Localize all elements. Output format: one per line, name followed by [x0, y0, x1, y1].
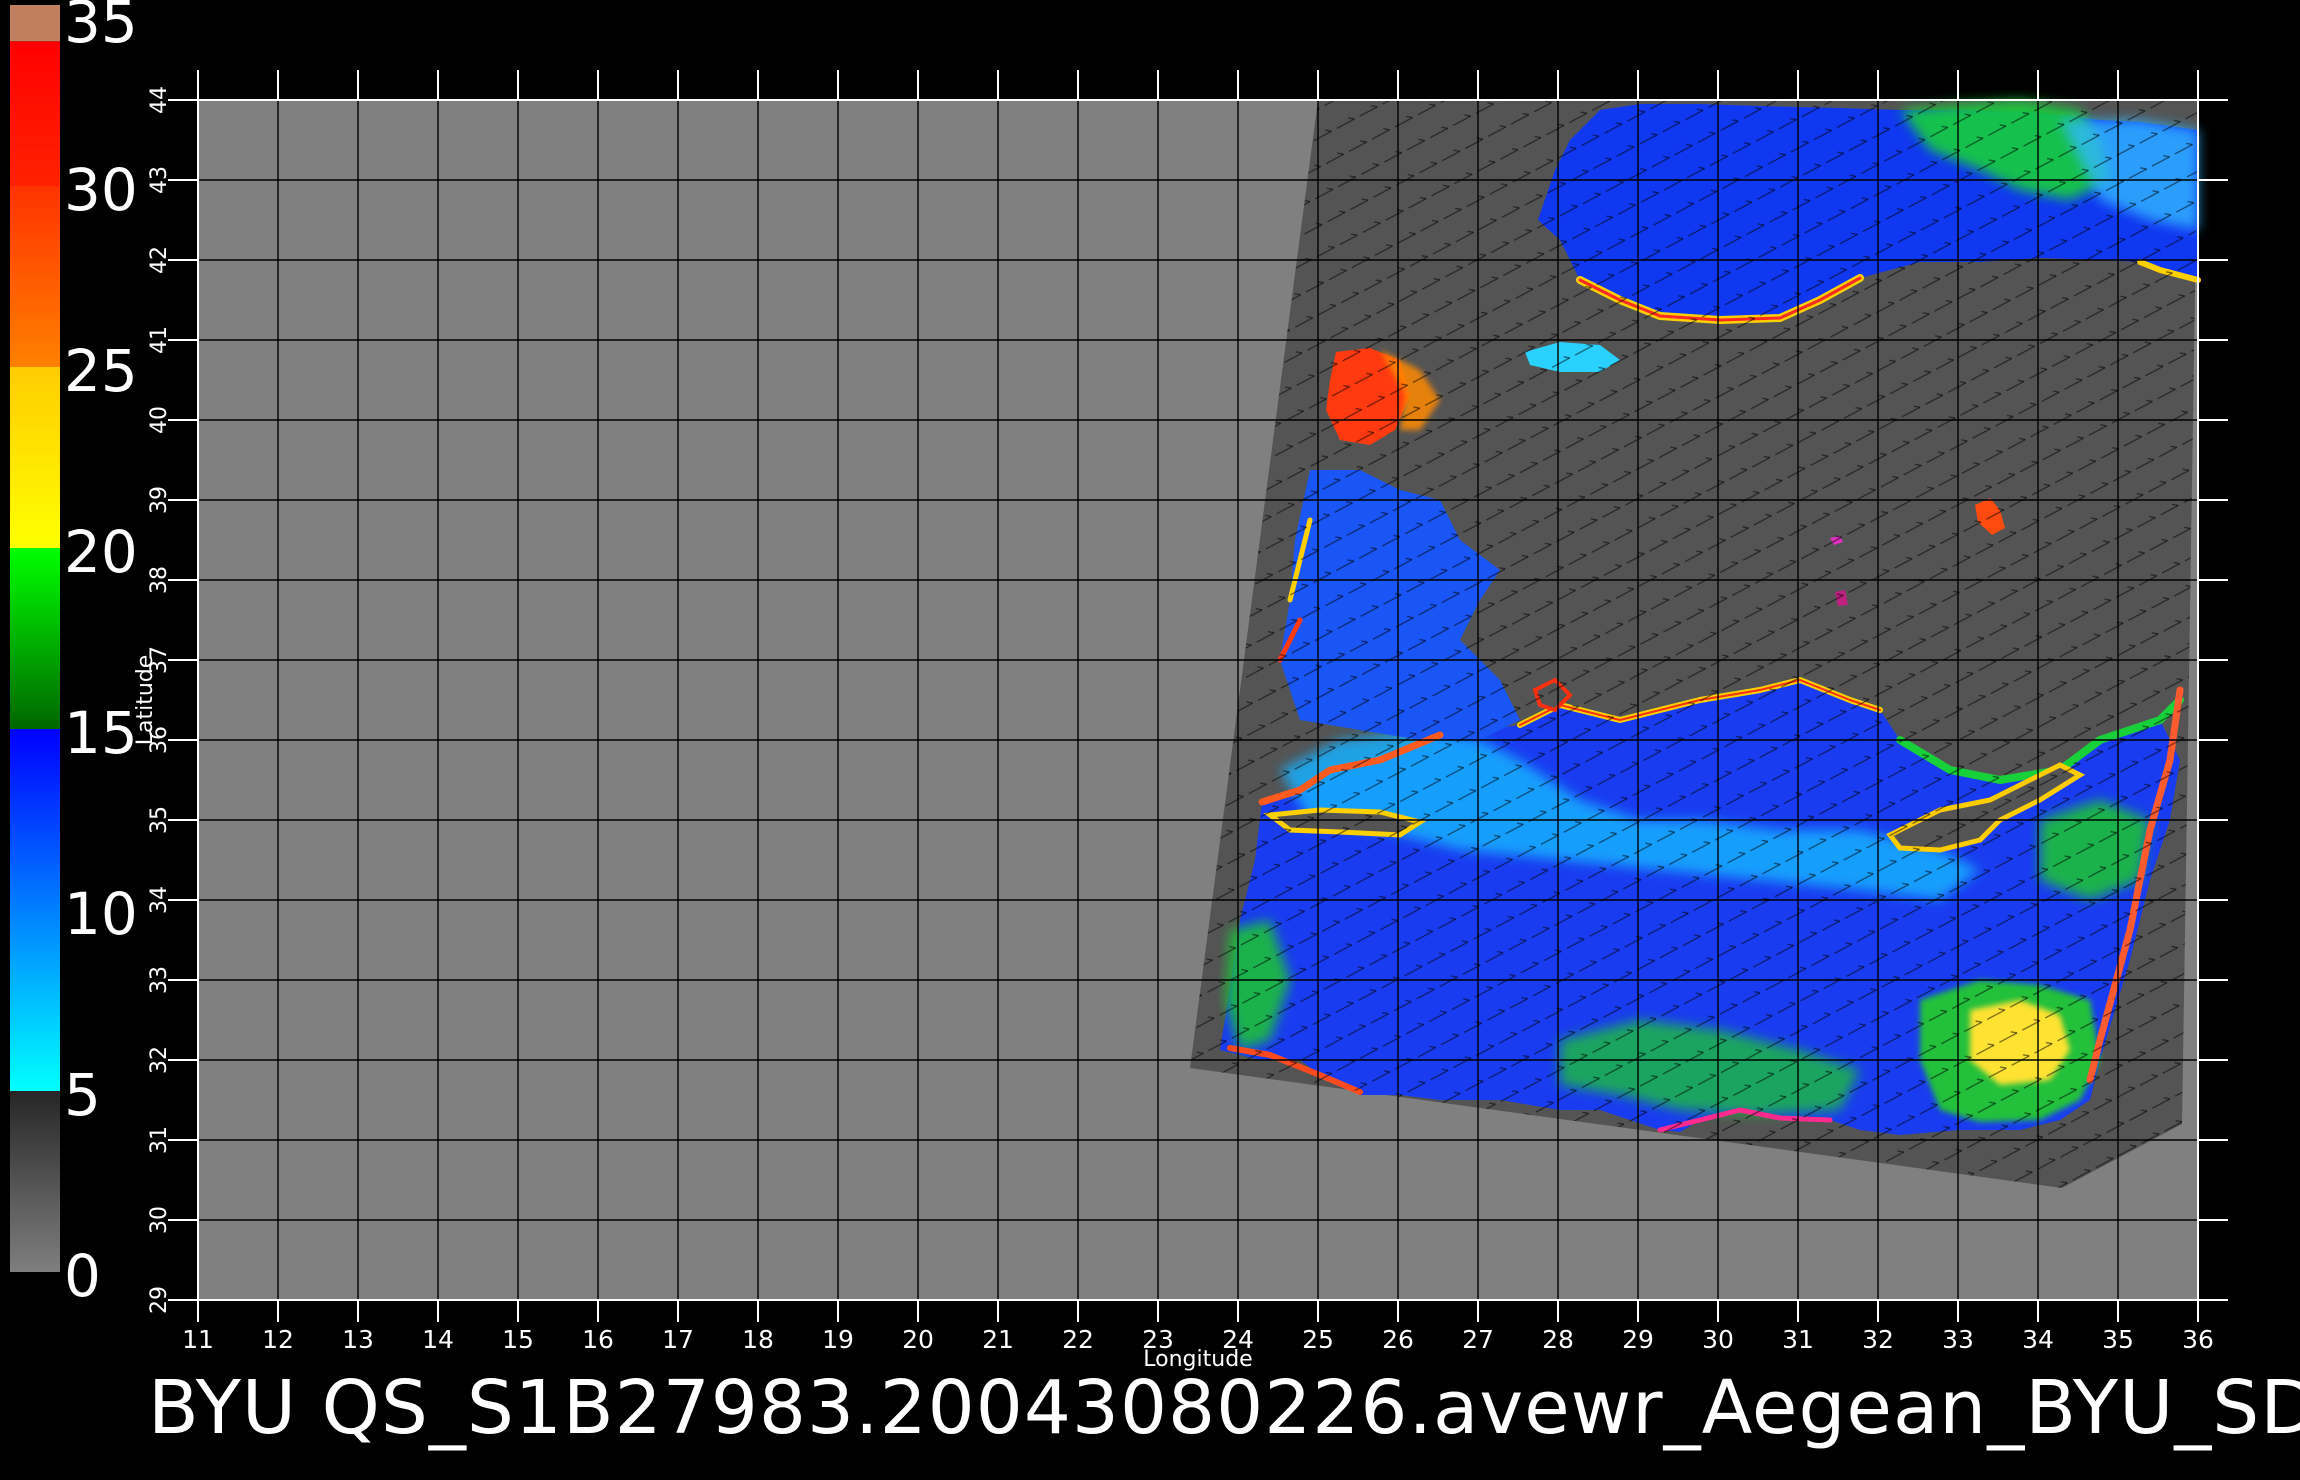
colorbar-segment-20-25 [10, 367, 60, 548]
lat-tick-label-32: 32 [147, 1046, 172, 1074]
lat-tick-label-41: 41 [147, 326, 172, 354]
lat-tick-label-42: 42 [147, 246, 172, 274]
lon-tick-label-26: 26 [1382, 1325, 1414, 1354]
lon-tick-label-11: 11 [182, 1325, 214, 1354]
lat-tick-label-33: 33 [147, 966, 172, 994]
colorbar-segment-0-5 [10, 1091, 60, 1272]
lon-tick-label-31: 31 [1782, 1325, 1814, 1354]
lon-tick-label-20: 20 [902, 1325, 934, 1354]
lat-tick-label-35: 35 [147, 806, 172, 834]
lon-tick-label-15: 15 [502, 1325, 534, 1354]
colorbar-tick-label-35: 35 [64, 0, 138, 56]
lon-tick-label-36: 36 [2182, 1325, 2214, 1354]
lon-tick-label-35: 35 [2102, 1325, 2134, 1354]
colorbar-segment-15-20 [10, 548, 60, 729]
colorbar-segment-5-15 [10, 729, 60, 1091]
lon-tick-label-14: 14 [422, 1325, 454, 1354]
colorbar-segment-34-35 [10, 5, 60, 42]
lon-tick-label-21: 21 [982, 1325, 1014, 1354]
lon-tick-label-13: 13 [342, 1325, 374, 1354]
lon-tick-label-12: 12 [262, 1325, 294, 1354]
lat-tick-label-38: 38 [147, 566, 172, 594]
colorbar-tick-label-20: 20 [64, 518, 138, 586]
colorbar-tick-label-10: 10 [64, 880, 138, 948]
lon-tick-label-28: 28 [1542, 1325, 1574, 1354]
satellite-swath [1190, 100, 2201, 1188]
colorbar-tick-label-30: 30 [64, 156, 138, 224]
wind-map-figure: 35 30 25 20 15 10 5 0 11 12 13 14 15 16 17 18 1… [10, 0, 2228, 1372]
lat-tick-label-34: 34 [147, 886, 172, 914]
lon-tick-label-18: 18 [742, 1325, 774, 1354]
lon-tick-label-25: 25 [1302, 1325, 1334, 1354]
lon-tick-label-30: 30 [1702, 1325, 1734, 1354]
wind-vector-overlay [1190, 100, 2198, 1188]
lon-tick-label-34: 34 [2022, 1325, 2054, 1354]
figure-caption: BYU QS_S1B27983.20043080226.avewr_Aegean… [148, 1365, 2300, 1451]
map-panel: 11 12 13 14 15 16 17 18 19 20 21 22 23 24 25 26 27 28 29 30… [133, 70, 2228, 1372]
colorbar-tick-labels: 35 30 25 20 15 10 5 0 [64, 0, 138, 1310]
colorbar-segment-25-30 [10, 186, 60, 367]
lat-tick-label-43: 43 [147, 166, 172, 194]
lat-tick-label-31: 31 [147, 1126, 172, 1154]
lat-tick-label-29: 29 [147, 1286, 172, 1314]
colorbar [10, 5, 60, 1272]
lon-tick-label-27: 27 [1462, 1325, 1494, 1354]
lon-tick-label-29: 29 [1622, 1325, 1654, 1354]
lon-tick-label-22: 22 [1062, 1325, 1094, 1354]
lon-tick-label-33: 33 [1942, 1325, 1974, 1354]
colorbar-tick-label-0: 0 [64, 1242, 101, 1310]
y-axis-label: Latitude [133, 655, 158, 746]
colorbar-tick-label-5: 5 [64, 1061, 101, 1129]
colorbar-tick-label-25: 25 [64, 337, 138, 405]
lat-tick-label-40: 40 [147, 406, 172, 434]
lon-tick-label-16: 16 [582, 1325, 614, 1354]
lon-tick-label-19: 19 [822, 1325, 854, 1354]
colorbar-tick-label-15: 15 [64, 699, 138, 767]
lat-tick-label-39: 39 [147, 486, 172, 514]
lat-tick-label-30: 30 [147, 1206, 172, 1234]
lon-tick-label-17: 17 [662, 1325, 694, 1354]
lon-tick-label-32: 32 [1862, 1325, 1894, 1354]
lat-tick-label-44: 44 [147, 86, 172, 114]
colorbar-segment-30-34 [10, 41, 60, 187]
